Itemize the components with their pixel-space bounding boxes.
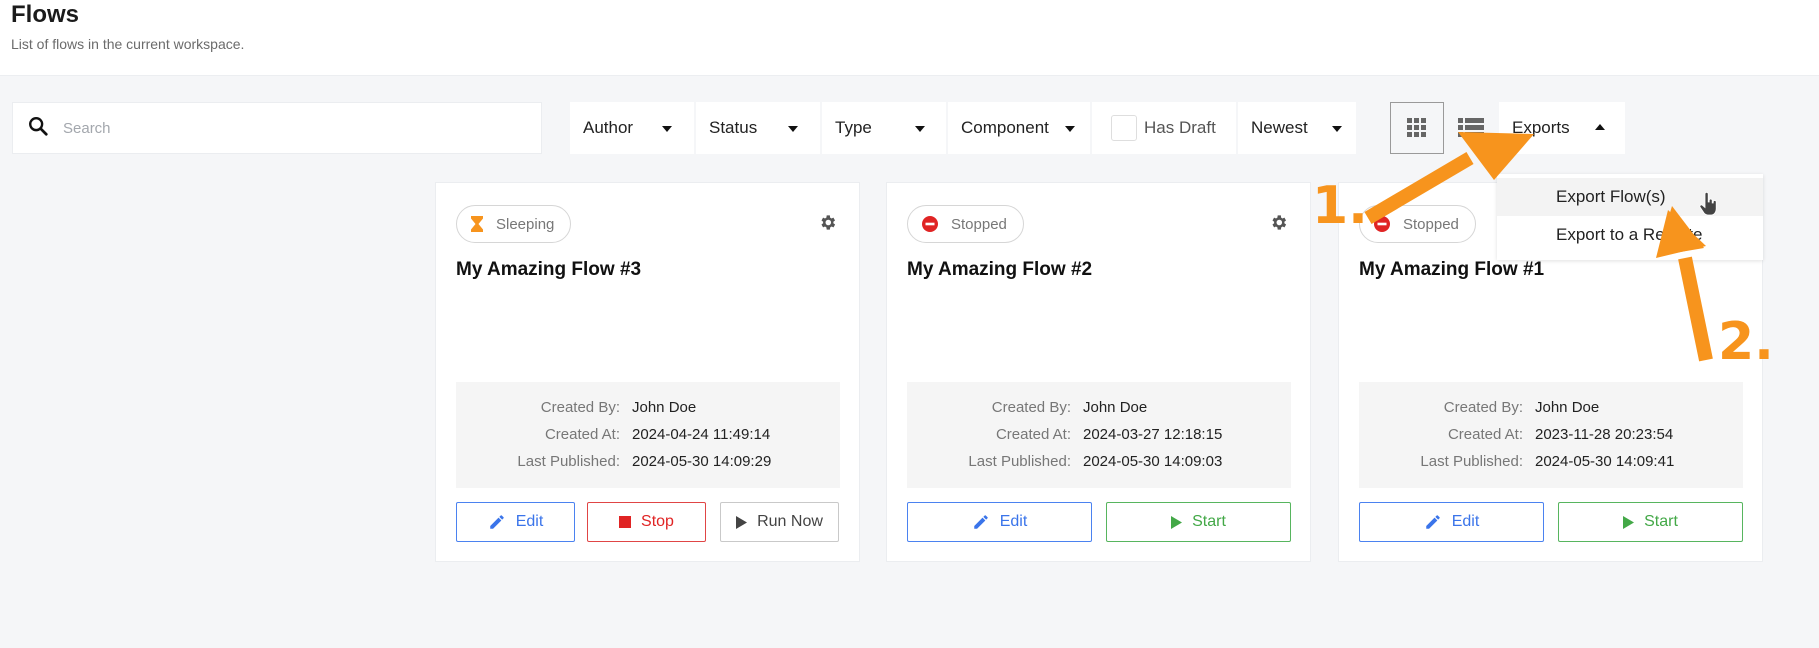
component-filter-label: Component — [961, 118, 1049, 137]
created-at-label: Created At: — [1447, 426, 1523, 443]
last-published-value: 2024-05-30 14:09:29 — [632, 453, 772, 470]
start-label: Start — [1644, 513, 1678, 530]
grid-view-button[interactable] — [1390, 102, 1444, 154]
created-at-value: 2023-11-28 20:23:54 — [1535, 426, 1674, 443]
type-filter-label: Type — [835, 118, 872, 137]
play-icon — [1171, 515, 1183, 529]
edit-button[interactable]: Edit — [456, 502, 575, 542]
status-badge: Sleeping — [456, 205, 572, 243]
export-flows-menu-item[interactable]: Export Flow(s) — [1497, 178, 1763, 216]
caret-down-icon — [1332, 126, 1342, 132]
play-icon — [736, 515, 748, 529]
status-filter[interactable]: Status — [696, 102, 820, 154]
page-title: Flows — [11, 1, 80, 28]
status-label: Stopped — [951, 215, 1007, 233]
component-filter[interactable]: Component — [948, 102, 1090, 154]
minus-circle-icon — [922, 216, 938, 232]
created-by-label: Created By: — [1443, 399, 1523, 416]
flow-meta: Created By: John Doe Created At: 2024-03-2… — [907, 382, 1291, 488]
stop-label: Stop — [641, 513, 674, 530]
created-by-label: Created By: — [540, 399, 620, 416]
flow-meta: Created By: John Doe Created At: 2024-04-2… — [456, 382, 840, 488]
search-input[interactable] — [63, 119, 503, 137]
has-draft-checkbox[interactable] — [1111, 115, 1137, 141]
search-icon — [27, 115, 49, 142]
type-filter[interactable]: Type — [822, 102, 946, 154]
created-at-value: 2024-04-24 11:49:14 — [632, 426, 771, 443]
list-icon — [1458, 118, 1484, 137]
search-box[interactable] — [12, 102, 542, 154]
start-label: Start — [1192, 513, 1226, 530]
status-badge: Stopped — [1359, 205, 1476, 243]
created-by-value: John Doe — [1083, 399, 1148, 416]
status-filter-label: Status — [709, 118, 758, 137]
minus-circle-icon — [1374, 216, 1390, 232]
edit-label: Edit — [1451, 513, 1480, 530]
edit-label: Edit — [515, 513, 544, 530]
caret-down-icon — [662, 126, 672, 132]
gear-icon[interactable] — [818, 213, 837, 237]
created-by-value: John Doe — [1535, 399, 1600, 416]
caret-down-icon — [788, 126, 798, 132]
gear-icon[interactable] — [1269, 213, 1288, 237]
last-published-label: Last Published: — [968, 453, 1071, 470]
flow-title[interactable]: My Amazing Flow #3 — [456, 259, 641, 281]
author-filter-label: Author — [583, 118, 634, 137]
exports-label: Exports — [1512, 118, 1570, 137]
status-badge: Stopped — [907, 205, 1024, 243]
annotation-step-1: 1. — [1312, 176, 1368, 236]
start-button[interactable]: Start — [1558, 502, 1743, 542]
list-view-button[interactable] — [1444, 102, 1498, 154]
edit-label: Edit — [999, 513, 1028, 530]
author-filter[interactable]: Author — [570, 102, 694, 154]
caret-up-icon — [1595, 124, 1605, 130]
run-now-button[interactable]: Run Now — [720, 502, 839, 542]
export-to-remote-menu-item[interactable]: Export to a Remote — [1497, 216, 1763, 254]
stop-button[interactable]: Stop — [587, 502, 706, 542]
flow-title[interactable]: My Amazing Flow #1 — [1359, 259, 1544, 281]
created-at-label: Created At: — [995, 426, 1071, 443]
pencil-icon — [488, 513, 506, 531]
last-published-label: Last Published: — [1420, 453, 1523, 470]
status-label: Stopped — [1403, 215, 1459, 233]
flow-card: Sleeping My Amazing Flow #3 Created By: J… — [435, 182, 860, 562]
page-subtitle: List of flows in the current workspace. — [11, 36, 245, 52]
flow-title[interactable]: My Amazing Flow #2 — [907, 259, 1092, 281]
has-draft-label: Has Draft — [1144, 118, 1216, 137]
page-header: Flows List of flows in the current works… — [0, 0, 1819, 76]
hand-cursor-icon — [1699, 192, 1717, 216]
created-at-value: 2024-03-27 12:18:15 — [1083, 426, 1223, 443]
hourglass-icon — [471, 216, 483, 232]
sort-label: Newest — [1251, 118, 1308, 137]
sort-dropdown[interactable]: Newest — [1238, 102, 1356, 154]
edit-button[interactable]: Edit — [907, 502, 1092, 542]
has-draft-filter[interactable]: Has Draft — [1092, 102, 1236, 154]
play-icon — [1623, 515, 1635, 529]
created-by-label: Created By: — [991, 399, 1071, 416]
start-button[interactable]: Start — [1106, 502, 1291, 542]
pencil-icon — [972, 513, 990, 531]
status-label: Sleeping — [496, 215, 555, 233]
last-published-label: Last Published: — [517, 453, 620, 470]
caret-down-icon — [1065, 126, 1075, 132]
grid-icon — [1407, 118, 1426, 137]
last-published-value: 2024-05-30 14:09:41 — [1535, 453, 1675, 470]
edit-button[interactable]: Edit — [1359, 502, 1544, 542]
flow-meta: Created By: John Doe Created At: 2023-11-2… — [1359, 382, 1743, 488]
flow-card: Stopped My Amazing Flow #2 Created By: Jo… — [886, 182, 1311, 562]
created-at-label: Created At: — [544, 426, 620, 443]
caret-down-icon — [915, 126, 925, 132]
exports-button[interactable]: Exports — [1499, 102, 1625, 154]
stop-icon — [619, 516, 632, 528]
last-published-value: 2024-05-30 14:09:03 — [1083, 453, 1223, 470]
created-by-value: John Doe — [632, 399, 697, 416]
annotation-step-2: 2. — [1718, 312, 1774, 372]
run-now-label: Run Now — [757, 513, 823, 530]
pencil-icon — [1424, 513, 1442, 531]
exports-menu: Export Flow(s) Export to a Remote — [1497, 174, 1763, 260]
